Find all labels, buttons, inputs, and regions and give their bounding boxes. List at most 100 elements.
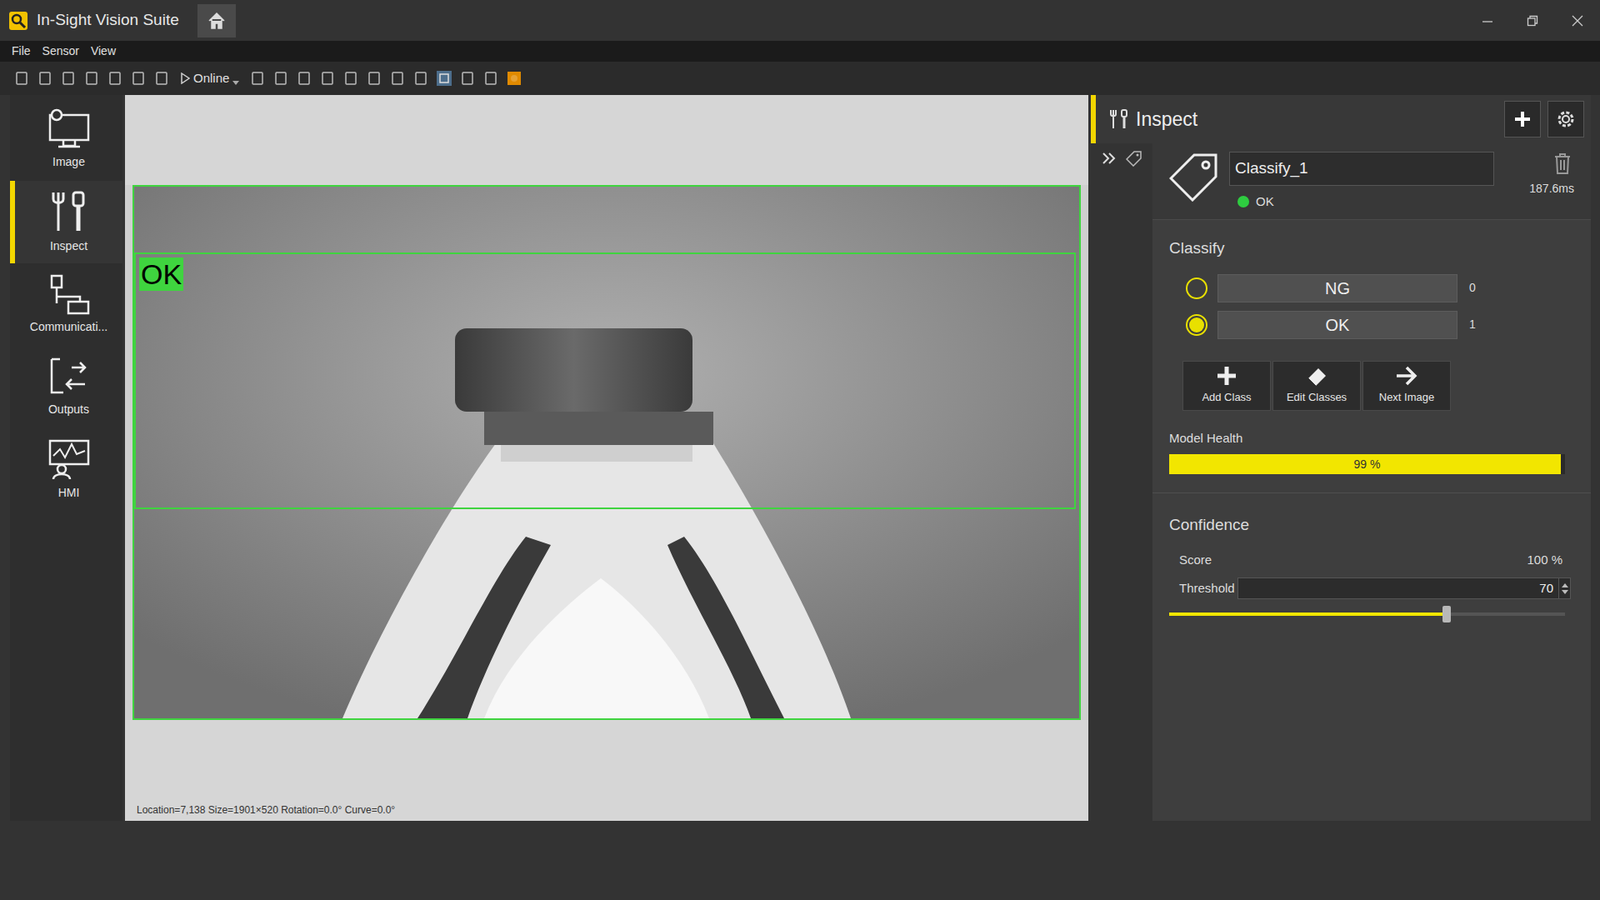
export-icon[interactable] [153, 70, 170, 87]
hmi-nav-item[interactable]: HMI [10, 428, 123, 511]
trigger-icon[interactable] [106, 70, 124, 87]
classify-tag-icon [1169, 151, 1220, 202]
monitor-icon [46, 108, 92, 150]
window-controls [1465, 0, 1600, 41]
communication-nav-item[interactable]: Communicati... [10, 263, 123, 346]
class-name[interactable]: NG [1217, 274, 1458, 303]
overlay-icon[interactable] [482, 70, 500, 87]
score-value: 100 % [1526, 550, 1563, 570]
class-radio[interactable] [1185, 277, 1208, 300]
model-health-track: 99 % [1169, 454, 1565, 475]
home-button[interactable] [197, 4, 236, 38]
class-count: 0 [1469, 279, 1476, 297]
image-icon[interactable] [505, 70, 523, 87]
camera-image: OK [132, 185, 1081, 720]
online-button[interactable]: Online [176, 69, 243, 89]
undo-icon[interactable] [295, 70, 313, 87]
title-bar: In-Sight Vision Suite [0, 0, 1600, 41]
menu-bar: File Sensor View [0, 40, 1600, 62]
zoom-in-icon[interactable] [342, 70, 360, 87]
threshold-spinner[interactable] [1558, 578, 1570, 599]
threshold-slider[interactable] [1169, 612, 1565, 616]
inspect-nav-item[interactable]: Inspect [10, 180, 123, 264]
tools-icon [1107, 107, 1131, 131]
tag-icon[interactable] [1125, 150, 1143, 167]
tool-status: OK [1255, 192, 1275, 212]
minimize-button[interactable] [1465, 0, 1510, 41]
open-icon[interactable] [36, 70, 54, 87]
nav-label: Outputs [48, 400, 90, 419]
next-image-button[interactable]: Next Image [1362, 360, 1451, 411]
section-title: Classify [1169, 236, 1575, 261]
lock-icon[interactable] [272, 70, 290, 87]
close-icon [1571, 15, 1584, 27]
slider-thumb[interactable] [1442, 605, 1451, 623]
redo-icon[interactable] [319, 70, 336, 87]
left-nav: Image Inspect Communicati... Outputs HMI [10, 95, 123, 821]
copy-icon[interactable] [249, 70, 266, 87]
save-icon[interactable] [60, 70, 77, 87]
model-health-label: Model Health [1169, 429, 1575, 449]
close-button[interactable] [1555, 0, 1600, 41]
up-icon[interactable] [1561, 583, 1569, 588]
zoom-out-icon[interactable] [365, 70, 383, 87]
edit-classes-button[interactable]: Edit Classes [1272, 360, 1361, 411]
menu-item[interactable]: File [11, 42, 31, 60]
fit-icon[interactable] [435, 70, 453, 87]
image-canvas: OK Location=7,138 Size=1901×520 Rotation… [125, 95, 1089, 821]
app-logo-icon [8, 10, 29, 31]
menu-item[interactable]: View [90, 42, 116, 60]
class-name[interactable]: OK [1217, 310, 1458, 340]
menu-item[interactable]: Sensor [42, 42, 80, 60]
button-label: Add Class [1201, 389, 1251, 406]
refresh-icon[interactable] [130, 70, 147, 87]
add-class-button[interactable]: Add Class [1182, 360, 1271, 411]
nav-label: Inspect [50, 237, 88, 255]
tool-name-field[interactable]: Classify_1 [1229, 151, 1495, 186]
button-label: Edit Classes [1286, 389, 1347, 406]
roi-region[interactable]: OK [134, 252, 1076, 510]
tools-icon [46, 189, 92, 235]
pointer-icon[interactable] [83, 70, 100, 87]
class-radio[interactable] [1185, 314, 1208, 336]
plus-icon [1513, 110, 1532, 129]
settings-button[interactable] [1547, 100, 1585, 138]
restore-icon [1526, 15, 1539, 27]
full-icon[interactable] [459, 70, 476, 87]
roi-status-text: Location=7,138 Size=1901×520 Rotation=0.… [136, 802, 395, 818]
dropdown-icon [232, 79, 240, 86]
image-nav-item[interactable]: Image [10, 98, 123, 181]
threshold-input[interactable]: 70 [1237, 577, 1571, 600]
confidence-section: Confidence Score 100 % Threshold 70 [1152, 493, 1591, 616]
hmi-chart-icon [46, 437, 92, 481]
new-file-icon[interactable] [13, 70, 30, 87]
down-icon[interactable] [1561, 590, 1569, 595]
outputs-nav-item[interactable]: Outputs [10, 345, 123, 429]
classify-section: Classify NG 0 OK 1 Add Class Edit Classes Nex… [1152, 220, 1591, 475]
plus-icon [1215, 365, 1238, 387]
class-row[interactable]: OK 1 [1169, 310, 1575, 340]
nav-label: Image [52, 153, 85, 171]
zoom-icon[interactable] [389, 70, 406, 87]
online-label: Online [193, 69, 230, 89]
toolbar: Online [0, 61, 1600, 95]
add-tool-button[interactable] [1504, 100, 1541, 138]
minimize-icon [1481, 15, 1494, 27]
tool-time: 187.6ms [1529, 180, 1575, 198]
collapse-icon[interactable] [1100, 150, 1118, 167]
restore-button[interactable] [1510, 0, 1555, 41]
tool-row[interactable]: Classify_1 OK 187.6ms [1152, 143, 1591, 220]
threshold-label: Threshold [1179, 579, 1238, 599]
model-health-reading: 99 % [1169, 454, 1565, 475]
class-count: 1 [1469, 315, 1476, 334]
bottle-photo [134, 186, 1080, 719]
network-icon [46, 273, 92, 315]
section-title: Confidence [1169, 513, 1575, 538]
class-row[interactable]: NG 0 [1169, 274, 1575, 303]
inspect-panel: Inspect Classify_1 [1090, 95, 1591, 821]
zoom-fit-icon[interactable] [412, 70, 430, 87]
trash-icon[interactable] [1552, 151, 1573, 175]
nav-label: HMI [58, 484, 80, 502]
arrow-right-icon [1395, 365, 1419, 387]
panel-side-strip [1090, 143, 1153, 821]
